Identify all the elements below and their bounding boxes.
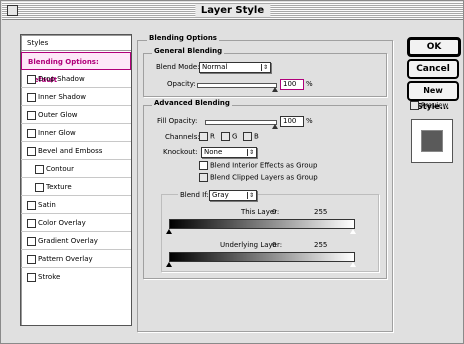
underlying-white-slider[interactable] [350,262,356,267]
style-item-contour[interactable]: Contour [21,160,131,178]
style-preview-swatch [421,130,443,152]
preview-checkbox[interactable] [410,101,419,110]
blend-if-select[interactable]: Gray ⇕ [209,190,257,201]
blend-interior-option[interactable]: Blend Interior Effects as Group [199,161,317,170]
underlying-layer-min: 0 [272,241,277,249]
fill-opacity-field[interactable]: 100 [280,116,304,127]
advanced-blending-title: Advanced Blending [152,99,232,107]
blend-mode-select[interactable]: Normal ⇕ [199,62,271,73]
fill-opacity-slider-thumb[interactable] [272,124,278,129]
blend-interior-checkbox[interactable] [199,161,208,170]
bevel-emboss-checkbox[interactable] [27,146,36,156]
layer-style-dialog: Layer Style Styles Blending Options: Def… [0,0,464,344]
fill-opacity-slider[interactable] [205,120,278,129]
fill-opacity-label: Fill Opacity: [157,117,198,125]
styles-header: Styles [21,35,131,51]
channel-b-checkbox[interactable] [243,132,252,141]
channels-label: Channels: [165,133,200,141]
inner-shadow-checkbox[interactable] [27,92,36,102]
color-overlay-checkbox[interactable] [27,218,36,228]
drop-shadow-checkbox[interactable] [27,74,36,84]
cancel-button[interactable]: Cancel [407,59,459,79]
select-arrows-icon: ⇕ [247,149,255,156]
blend-if-label: Blend If: [178,191,211,199]
opacity-label: Opacity: [167,80,196,88]
fill-opacity-unit: % [306,117,313,125]
stroke-checkbox[interactable] [27,272,36,282]
channel-r-checkbox[interactable] [199,132,208,141]
knockout-select[interactable]: None ⇕ [201,147,257,158]
blend-mode-label: Blend Mode: [156,63,200,71]
select-arrows-icon: ⇕ [247,192,255,199]
channel-g[interactable]: G [221,132,237,141]
select-arrows-icon: ⇕ [261,64,269,71]
blend-clipped-checkbox[interactable] [199,173,208,182]
style-item-gradient-overlay[interactable]: Gradient Overlay [21,232,131,250]
style-item-outer-glow[interactable]: Outer Glow [21,106,131,124]
general-blending-title: General Blending [152,47,225,55]
style-item-texture[interactable]: Texture [21,178,131,196]
underlying-layer-gradient [169,252,355,262]
knockout-label: Knockout: [163,148,198,156]
channel-g-checkbox[interactable] [221,132,230,141]
title-bar[interactable]: Layer Style [2,2,463,20]
outer-glow-checkbox[interactable] [27,110,36,120]
style-item-pattern-overlay[interactable]: Pattern Overlay [21,250,131,268]
opacity-slider[interactable] [197,83,278,92]
ok-button[interactable]: OK [407,37,461,57]
close-box[interactable] [7,5,18,16]
opacity-slider-thumb[interactable] [272,87,278,92]
general-blending-group [143,53,387,97]
this-layer-max: 255 [314,208,328,216]
style-item-bevel-emboss[interactable]: Bevel and Emboss [21,142,131,160]
texture-checkbox[interactable] [35,182,44,192]
contour-checkbox[interactable] [35,164,44,174]
inner-glow-checkbox[interactable] [27,128,36,138]
style-item-blending-options[interactable]: Blending Options: Default [21,52,131,84]
style-item-stroke[interactable]: Stroke [21,268,131,286]
style-item-inner-shadow[interactable]: Inner Shadow [21,88,131,106]
underlying-layer-max: 255 [314,241,328,249]
new-style-button[interactable]: New Style... [407,81,459,111]
channel-r[interactable]: R [199,132,215,141]
gradient-overlay-checkbox[interactable] [27,236,36,246]
style-item-color-overlay[interactable]: Color Overlay [21,214,131,232]
pattern-overlay-checkbox[interactable] [27,254,36,264]
style-item-drop-shadow[interactable]: Drop Shadow [21,70,131,88]
window-title: Layer Style [194,4,271,17]
blend-clipped-option[interactable]: Blend Clipped Layers as Group [199,173,318,182]
this-layer-black-slider[interactable] [166,229,172,234]
channel-b[interactable]: B [243,132,259,141]
preview-option[interactable]: Preview [410,101,448,110]
underlying-black-slider[interactable] [166,262,172,267]
this-layer-gradient [169,219,355,229]
style-item-satin[interactable]: Satin [21,196,131,214]
style-item-inner-glow[interactable]: Inner Glow [21,124,131,142]
this-layer-white-slider[interactable] [350,229,356,234]
opacity-unit: % [306,80,313,88]
style-preview-box [411,119,453,163]
this-layer-min: 0 [272,208,277,216]
satin-checkbox[interactable] [27,200,36,210]
opacity-field[interactable]: 100 [280,79,304,90]
styles-list: Styles Blending Options: Default Drop Sh… [20,34,132,326]
blending-options-title: Blending Options [147,34,219,42]
